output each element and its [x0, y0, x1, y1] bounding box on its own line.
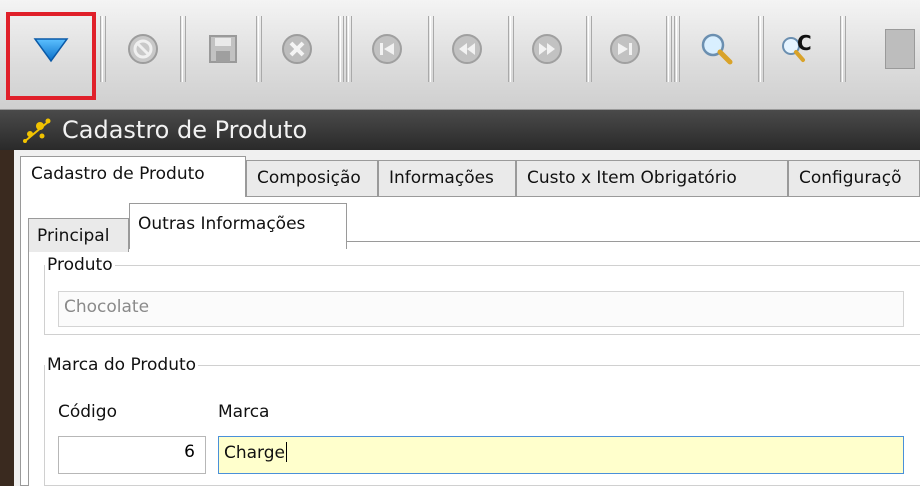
first-record-button[interactable] [352, 18, 422, 80]
window-title: Cadastro de Produto [62, 116, 308, 144]
previous-record-icon [452, 34, 482, 64]
search-icon [701, 33, 733, 65]
codigo-field[interactable]: 6 [58, 436, 206, 474]
produto-legend: Produto [47, 255, 113, 275]
tab-informacoes[interactable]: Informações [378, 160, 516, 196]
tab-principal[interactable]: Principal [28, 218, 129, 252]
tab-cadastro-de-produto[interactable]: Cadastro de Produto [20, 156, 246, 197]
marca-legend: Marca do Produto [47, 355, 197, 375]
app-logo-icon [23, 118, 51, 143]
produto-field: Chocolate [58, 291, 904, 327]
save-button[interactable] [188, 18, 258, 80]
text-caret [286, 442, 288, 462]
marca-field-value: Charge [224, 443, 286, 463]
first-record-icon [372, 34, 402, 64]
tab-configuracoes[interactable]: Configuraçõ [788, 160, 920, 196]
toolbar: C [0, 0, 920, 110]
delete-button[interactable] [262, 18, 332, 80]
next-record-icon [532, 34, 562, 64]
window-titlebar: Cadastro de Produto [0, 110, 920, 150]
search-code-button[interactable]: C [762, 18, 832, 80]
filter-button-highlight [6, 12, 96, 100]
codigo-label: Código [58, 402, 117, 422]
delete-icon [282, 34, 312, 64]
cancel-button[interactable] [108, 18, 178, 80]
more-button[interactable] [850, 18, 920, 80]
tab-custo-item-obrigatorio[interactable]: Custo x Item Obrigatório [516, 160, 788, 196]
search-code-glyph: C [797, 31, 812, 55]
marca-label: Marca [218, 402, 270, 422]
last-record-icon [610, 34, 640, 64]
search-button[interactable] [682, 18, 752, 80]
more-icon [885, 29, 915, 69]
save-icon [209, 35, 237, 63]
cancel-icon [128, 34, 158, 64]
tab-outras-informacoes[interactable]: Outras Informações [129, 203, 347, 249]
previous-record-button[interactable] [432, 18, 502, 80]
marca-field[interactable]: Charge [218, 436, 904, 474]
next-record-button[interactable] [512, 18, 582, 80]
left-frame [0, 150, 14, 486]
last-record-button[interactable] [590, 18, 660, 80]
search-code-icon: C [777, 29, 817, 69]
tab-composicao[interactable]: Composição [246, 160, 378, 196]
